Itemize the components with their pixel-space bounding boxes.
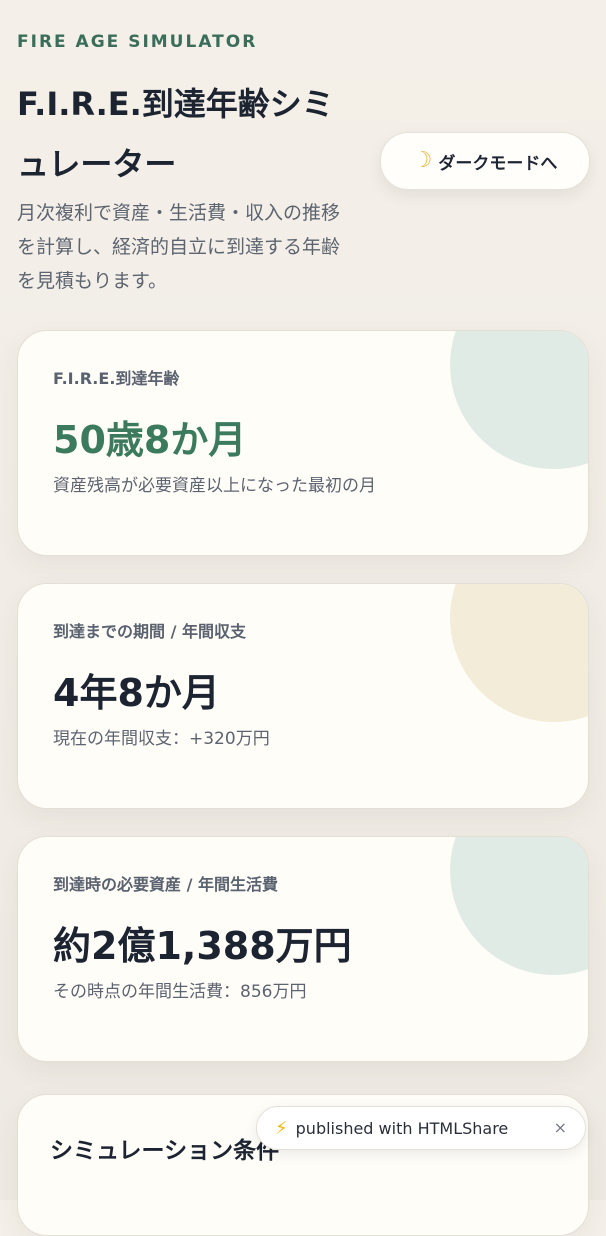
moon-icon: ☽ <box>412 148 433 173</box>
required-assets-value: 約2億1,388万円 <box>53 924 352 968</box>
htmlshare-badge[interactable]: ⚡ published with HTMLShare × <box>256 1106 586 1150</box>
lightning-icon: ⚡ <box>275 1117 288 1139</box>
dark-mode-toggle-button[interactable]: ☽ ダークモードへ <box>380 132 590 190</box>
close-icon[interactable]: × <box>554 1118 567 1137</box>
card-note: 資産残高が必要資産以上になった最初の月 <box>53 476 376 496</box>
card-decoration <box>450 584 588 722</box>
card-label: F.I.R.E.到達年齢 <box>53 369 180 388</box>
app-screen: FIRE AGE SIMULATOR F.I.R.E.到達年齢シミュレーター 月… <box>0 0 606 1236</box>
card-label: 到達までの期間 / 年間収支 <box>53 622 246 641</box>
card-note: その時点の年間生活費：856万円 <box>53 982 307 1002</box>
card-decoration <box>450 331 588 469</box>
card-note: 現在の年間収支：+320万円 <box>53 729 270 749</box>
period-value: 4年8か月 <box>53 671 220 715</box>
dark-mode-toggle-label: ダークモードへ <box>438 153 558 174</box>
fire-age-card: F.I.R.E.到達年齢 50歳8か月 資産残高が必要資産以上になった最初の月 <box>17 330 589 556</box>
card-decoration <box>450 837 588 975</box>
card-label: 到達時の必要資産 / 年間生活費 <box>53 875 278 894</box>
period-balance-card: 到達までの期間 / 年間収支 4年8か月 現在の年間収支：+320万円 <box>17 583 589 809</box>
htmlshare-badge-text: published with HTMLShare <box>295 1118 509 1138</box>
required-assets-card: 到達時の必要資産 / 年間生活費 約2億1,388万円 その時点の年間生活費：8… <box>17 836 589 1062</box>
section-title: シミュレーション条件 <box>50 1138 280 1164</box>
fire-age-value: 50歳8か月 <box>53 418 247 462</box>
page-title: F.I.R.E.到達年齢シミュレーター <box>17 85 334 183</box>
eyebrow-label: FIRE AGE SIMULATOR <box>17 32 258 52</box>
page-description: 月次複利で資産・生活費・収入の推移を計算し、経済的自立に到達する年齢を見積もりま… <box>17 202 341 292</box>
